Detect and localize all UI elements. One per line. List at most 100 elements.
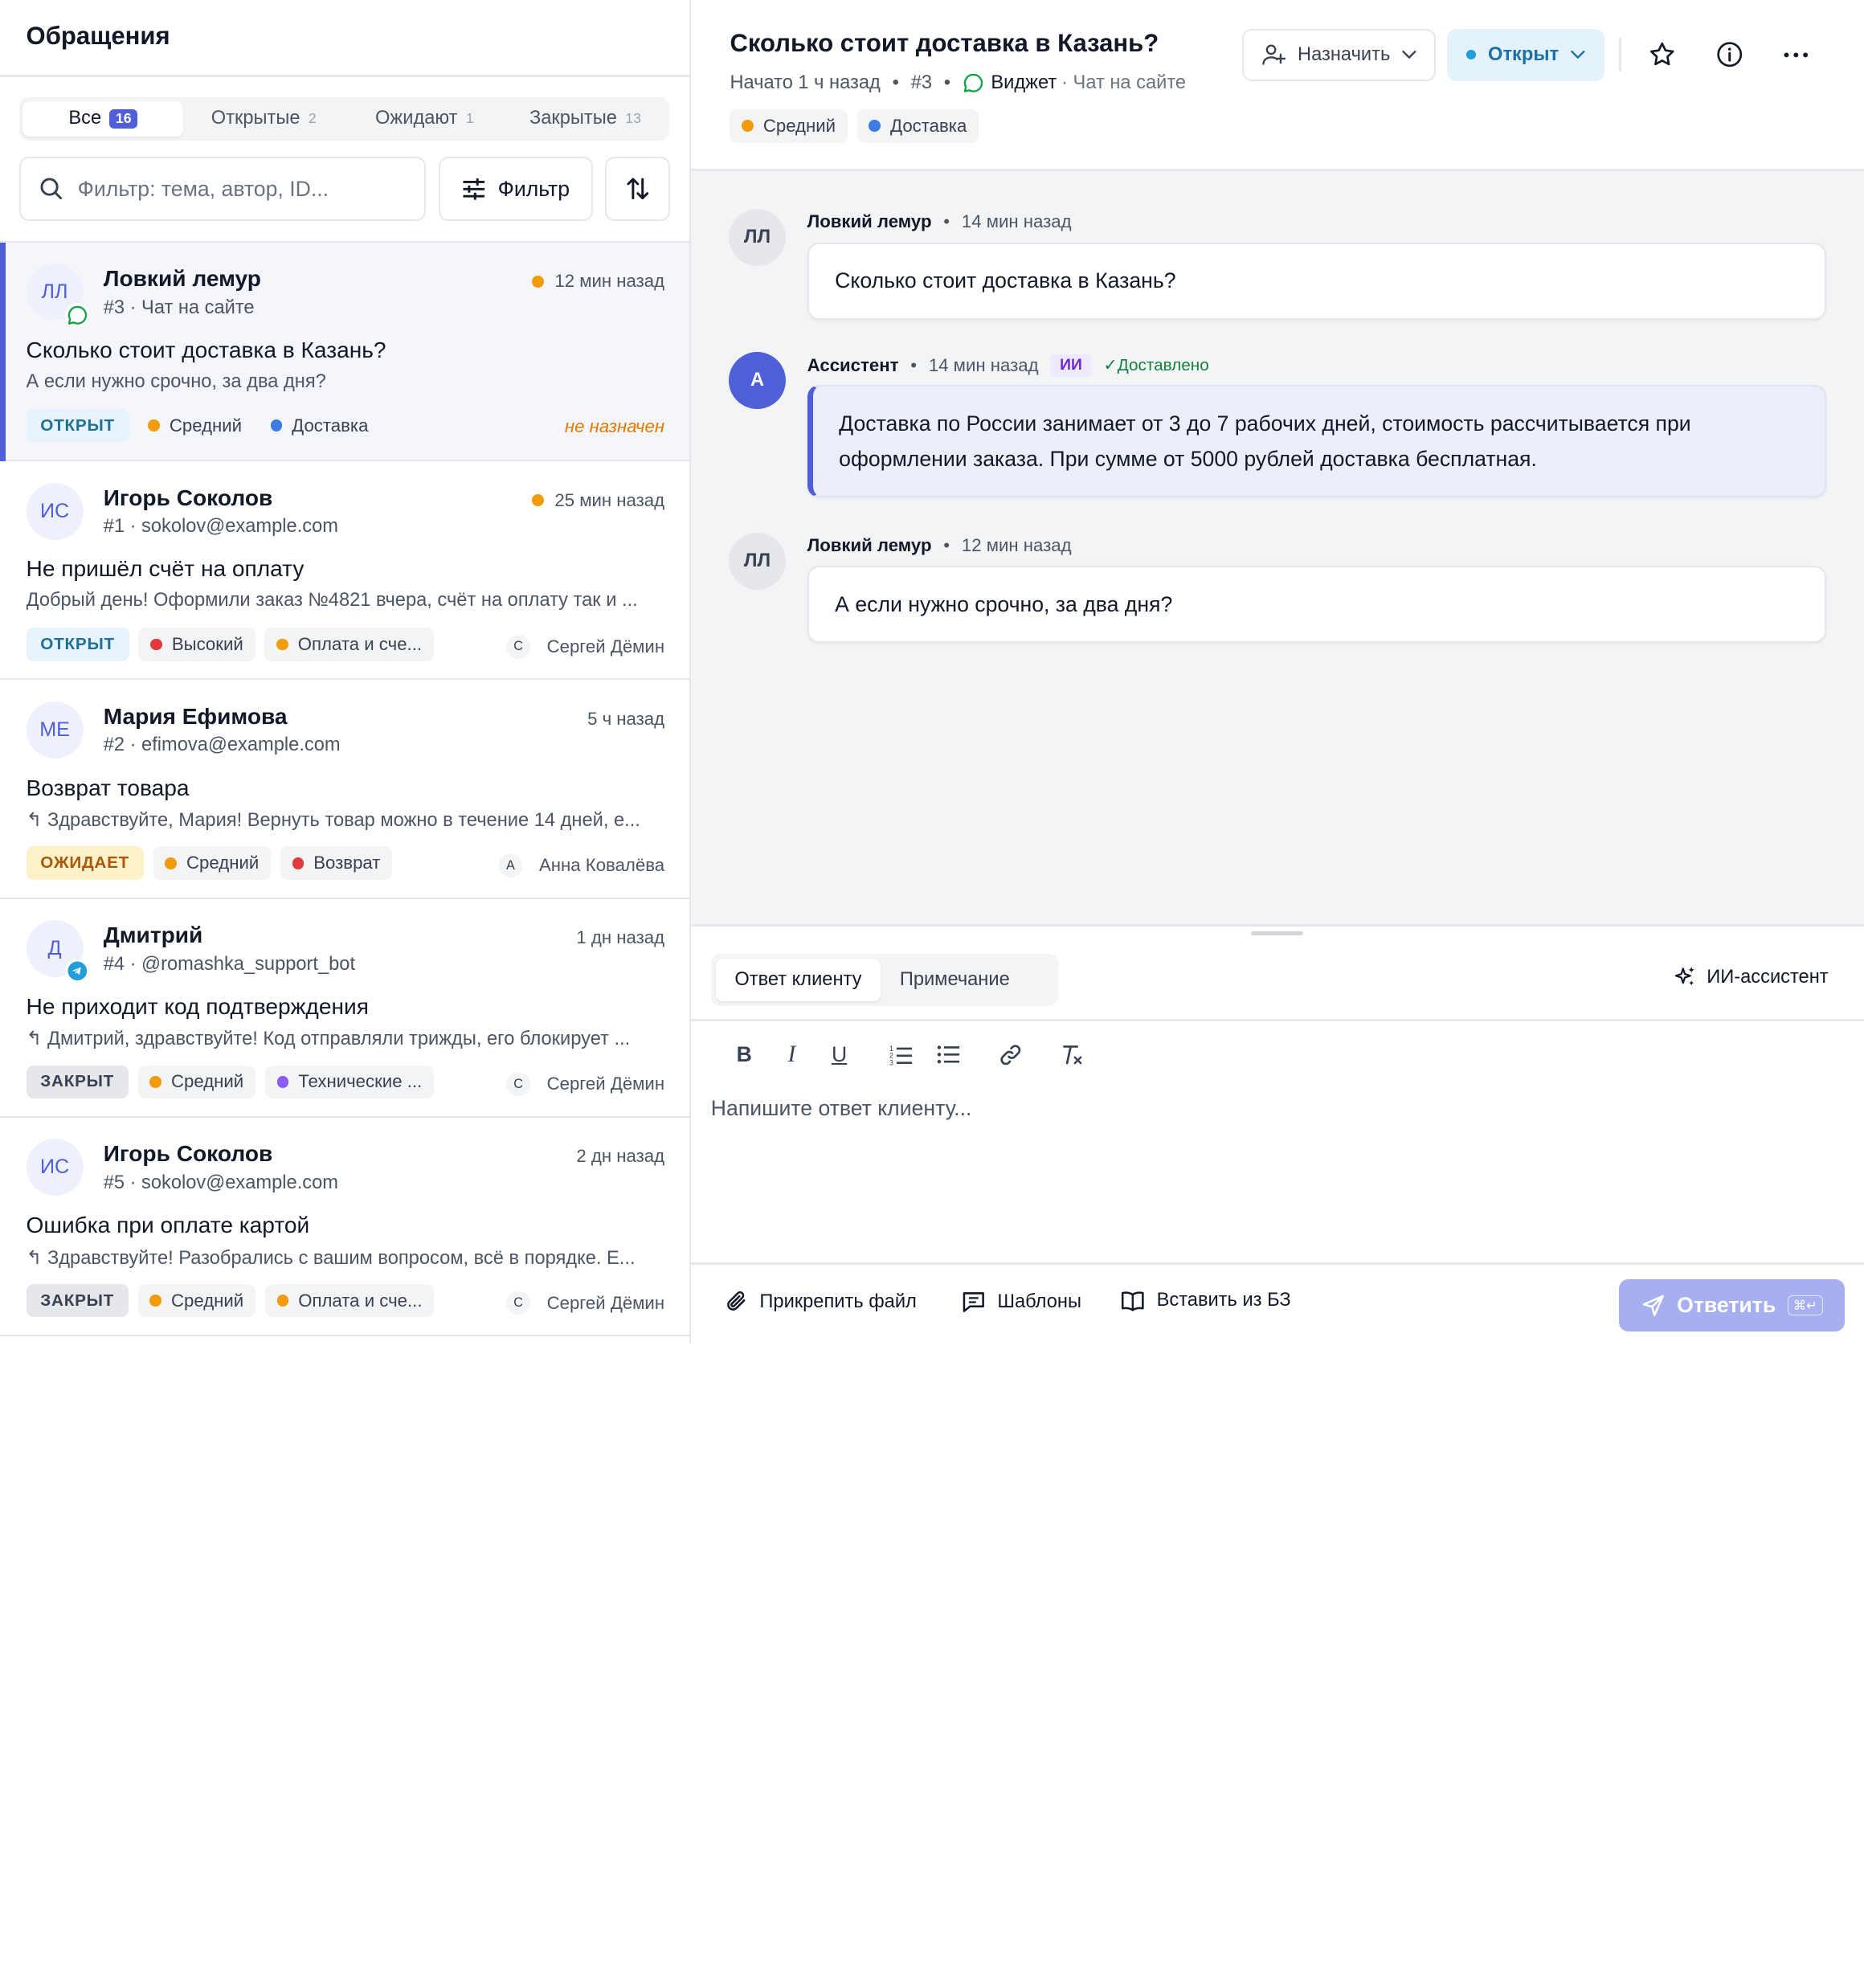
assignee-avatar: С	[506, 1072, 530, 1097]
priority-dot	[742, 120, 754, 133]
tab-all[interactable]: Все 16	[22, 100, 184, 137]
priority-label: Высокий	[171, 633, 243, 654]
message-bubble: Сколько стоит доставка в Казань?	[807, 242, 1826, 320]
conversation-item[interactable]: Д Дмитрий #4 · @romashka_support_bot 1 д…	[0, 899, 689, 1118]
conversation-time: 2 дн назад	[576, 1146, 664, 1167]
conversation-time: 5 ч назад	[587, 709, 664, 730]
assignee-name: Анна Ковалёва	[538, 855, 665, 876]
sort-button[interactable]	[605, 157, 671, 222]
conversation-meta: #3 · Чат на сайте	[103, 297, 255, 318]
status-badge: ОТКРЫТ	[26, 408, 129, 443]
ticket-tags: Средний Доставка	[730, 109, 979, 143]
preview-text: Дмитрий, здравствуйте! Код отправляли тр…	[47, 1029, 631, 1050]
message-thread: ЛЛ Ловкий лемур • 14 мин назад Сколько с…	[690, 171, 1864, 924]
tab-waiting-label: Ожидают	[375, 108, 458, 129]
chat-bubble-icon	[963, 72, 984, 94]
message-author: Ловкий лемур	[807, 211, 932, 232]
conversation-tags: ОТКРЫТ Высокий Оплата и сче...	[26, 628, 434, 661]
avatar: ИС	[26, 1139, 84, 1196]
category-label: Доставка	[890, 115, 967, 136]
divider	[0, 75, 689, 78]
assignee-avatar: А	[498, 853, 523, 877]
search-input[interactable]	[77, 176, 375, 202]
priority-tag: Средний	[137, 1065, 255, 1099]
filter-button[interactable]: Фильтр	[438, 157, 594, 222]
ticket-meta: Начато 1 ч назад • #3 • Виджет · Чат на …	[730, 72, 1186, 94]
status-dropdown[interactable]: Открыт	[1446, 28, 1605, 81]
bold-icon[interactable]: B	[721, 1038, 768, 1071]
conversation-meta: #4 · @romashka_support_bot	[103, 953, 356, 975]
tab-waiting[interactable]: Ожидают 1	[344, 101, 505, 137]
time-text: 12 мин назад	[554, 271, 665, 292]
assignee-name: Сергей Дёмин	[546, 636, 665, 657]
category-dot	[276, 1076, 289, 1088]
conversation-item[interactable]: МЕ Мария Ефимова #2 · efimova@example.co…	[0, 680, 689, 899]
message-bubble: А если нужно срочно, за два дня?	[807, 566, 1826, 643]
send-reply-button[interactable]: Ответить ⌘↵	[1619, 1279, 1846, 1332]
priority-dot	[532, 494, 545, 506]
ticket-id: #3	[910, 72, 933, 94]
ticket-channel-sub: · Чат на сайте	[1061, 72, 1187, 94]
priority-label: Средний	[171, 1290, 244, 1311]
assign-button[interactable]: Назначить	[1242, 28, 1437, 81]
category-dot	[270, 419, 283, 432]
category-tag: Оплата и сче...	[264, 1283, 435, 1318]
reply-editor[interactable]	[710, 1096, 1829, 1239]
conversation-time: 12 мин назад	[532, 271, 664, 292]
more-button[interactable]	[1777, 35, 1815, 73]
tab-closed[interactable]: Закрытые 13	[505, 101, 665, 137]
underline-icon[interactable]: U	[816, 1038, 863, 1071]
sort-arrows-icon	[626, 177, 650, 201]
tab-note[interactable]: Примечание	[881, 959, 1028, 1001]
insert-kb-button[interactable]: Вставить из БЗ	[1121, 1290, 1291, 1311]
message-time: 12 мин назад	[961, 534, 1072, 555]
ai-assistant-label: ИИ-ассистент	[1707, 966, 1829, 988]
ordered-list-icon[interactable]: 123	[877, 1038, 925, 1071]
priority-tag: Средний	[153, 846, 272, 880]
tab-closed-count: 13	[625, 110, 642, 127]
insert-kb-label: Вставить из БЗ	[1156, 1290, 1291, 1311]
resize-handle[interactable]	[1250, 931, 1303, 936]
tab-open[interactable]: Открытые 2	[183, 101, 344, 137]
assignee: С Сергей Дёмин	[506, 1291, 664, 1315]
conversation-preview: ↰ Здравствуйте, Мария! Вернуть товар мож…	[27, 808, 668, 832]
attach-file-button[interactable]: Прикрепить файл	[726, 1290, 917, 1314]
search-box	[18, 157, 426, 222]
tab-reply[interactable]: Ответ клиенту	[715, 958, 881, 1001]
sliders-icon	[462, 178, 486, 200]
category-dot	[869, 120, 881, 133]
conversation-item[interactable]: ИС Игорь Соколов #5 · sokolov@example.co…	[0, 1118, 689, 1337]
favorite-button[interactable]	[1643, 35, 1681, 73]
templates-button[interactable]: Шаблоны	[962, 1290, 1081, 1314]
link-icon[interactable]	[987, 1038, 1034, 1071]
status-label: Открыт	[1488, 43, 1559, 65]
conversation-item[interactable]: ИС Игорь Соколов #1 · sokolov@example.co…	[0, 461, 689, 681]
message-square-icon	[962, 1290, 986, 1314]
tab-all-count: 16	[109, 108, 137, 129]
info-button[interactable]	[1711, 35, 1748, 73]
conversation-item[interactable]: ЛЛ Ловкий лемур #3 · Чат на сайте 12 мин…	[0, 242, 689, 462]
conversation-meta: #2 · efimova@example.com	[103, 734, 341, 756]
bullet-list-icon[interactable]	[925, 1038, 972, 1071]
category-tag: Доставка	[261, 409, 378, 442]
category-tag: Возврат	[280, 846, 393, 880]
meta-separator: •	[892, 72, 899, 94]
conversation-subject: Не приходит код подтверждения	[26, 993, 369, 1019]
time-text: 25 мин назад	[554, 489, 665, 510]
chat-bubble-icon	[65, 303, 89, 327]
chevron-down-icon	[1402, 50, 1416, 59]
assignee: А Анна Ковалёва	[498, 853, 665, 877]
italic-icon[interactable]: I	[768, 1038, 816, 1071]
clear-format-icon[interactable]	[1048, 1038, 1096, 1071]
category-dot	[276, 1295, 289, 1307]
category-label: Оплата и сче...	[297, 633, 423, 654]
conversation-subject: Не пришёл счёт на оплату	[26, 556, 305, 582]
priority-tag: Высокий	[138, 628, 255, 661]
status-tabs: Все 16 Открытые 2 Ожидают 1 Закрытые 13	[18, 97, 669, 141]
shortcut-hint: ⌘↵	[1787, 1295, 1823, 1316]
divider	[690, 1019, 1864, 1021]
reply-arrow-icon: ↰	[26, 810, 47, 832]
priority-label: Средний	[169, 415, 243, 436]
customer-name: Игорь Соколов	[103, 485, 273, 510]
ai-assistant-button[interactable]: ИИ-ассистент	[1674, 965, 1829, 989]
